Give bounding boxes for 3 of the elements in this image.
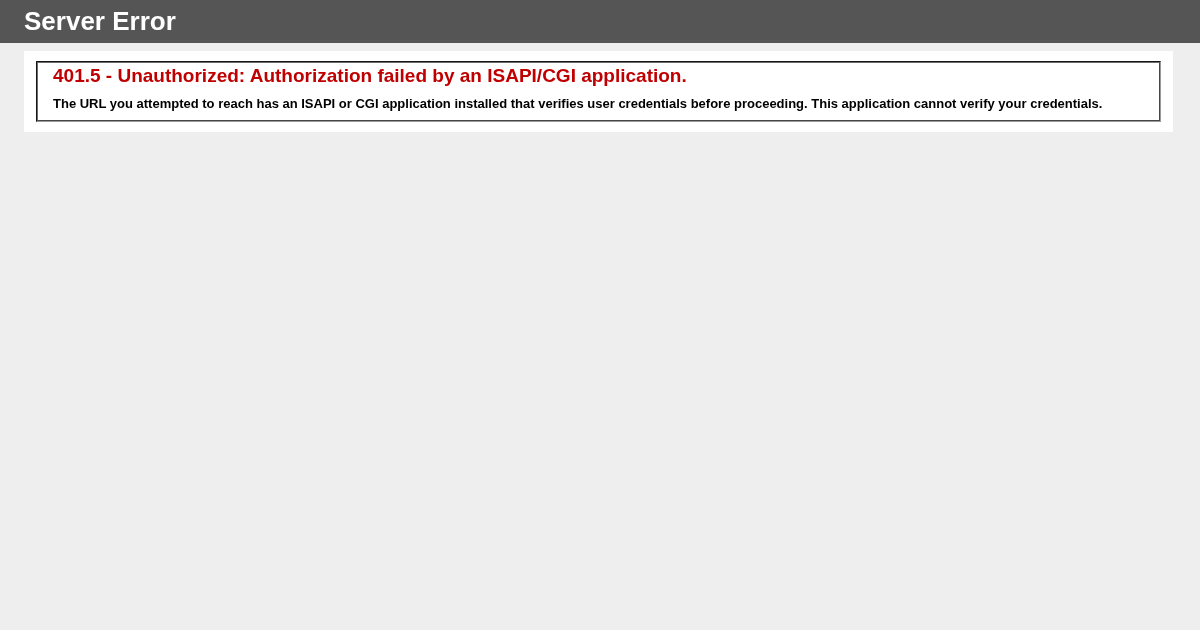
error-message: The URL you attempted to reach has an ISAPI or CGI application installed that verifies user credentials before proceeding. This application cannot verify your credentials. <box>53 96 1104 112</box>
page-title: Server Error <box>24 5 177 38</box>
error-heading: 401.5 - Unauthorized: Authorization failed by an ISAPI/CGI application. <box>53 64 688 88</box>
